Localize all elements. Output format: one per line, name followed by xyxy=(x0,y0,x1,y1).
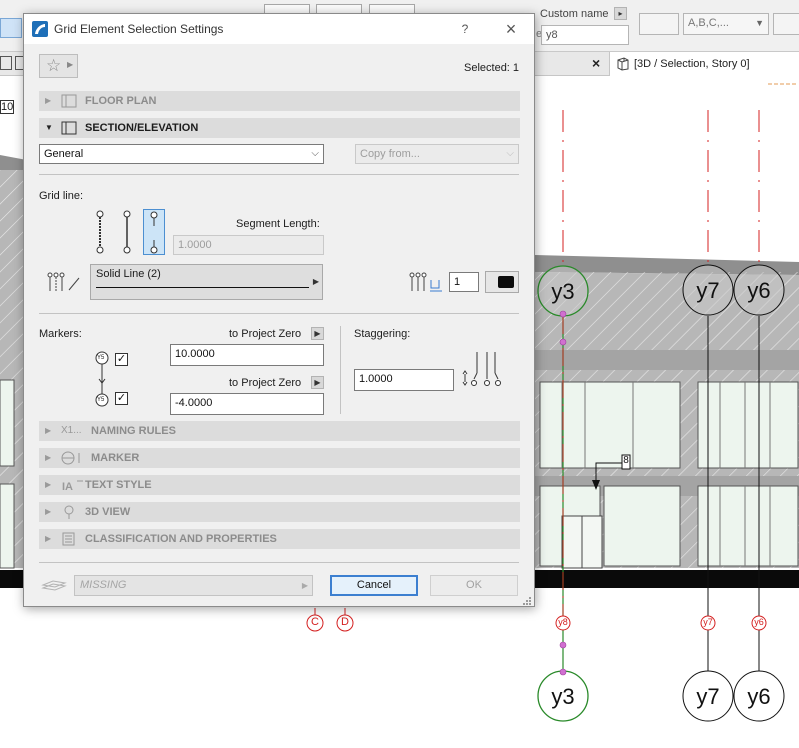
section-text-style-label: TEXT STYLE xyxy=(85,479,152,491)
divider xyxy=(39,174,519,175)
marker-icon xyxy=(61,451,80,465)
segment-length-field[interactable]: 1.0000 xyxy=(173,235,324,255)
grid-marker-top-y6[interactable]: y6 xyxy=(742,278,776,304)
help-button[interactable]: ? xyxy=(454,19,476,39)
marker-begin-checkbox[interactable]: ✓ xyxy=(115,353,128,366)
general-select-value: General xyxy=(44,148,84,160)
floor-plan-icon xyxy=(61,94,77,108)
layer-icon xyxy=(41,580,67,591)
to-project-zero-label-2: to Project Zero xyxy=(229,377,302,389)
expand-icon: ▶ xyxy=(45,426,52,435)
section-3d-view[interactable]: ▶ 3D VIEW xyxy=(39,502,520,522)
layer-select[interactable]: MISSING ▶ xyxy=(74,575,313,596)
divider xyxy=(39,562,519,563)
section-section-elevation-label: SECTION/ELEVATION xyxy=(85,122,199,134)
chevron-down-icon: ⌵ xyxy=(311,148,319,159)
section-floor-plan[interactable]: ▶ FLOOR PLAN xyxy=(39,91,520,111)
line-type-value: Solid Line (2) xyxy=(96,268,161,280)
naming-rules-icon: X1... xyxy=(61,425,82,436)
marker-end-checkbox[interactable]: ✓ xyxy=(115,392,128,405)
pen-color-swatch[interactable] xyxy=(485,271,519,293)
dimension-label: 8 xyxy=(623,455,629,466)
chevron-right-icon: ▶ xyxy=(301,581,308,590)
marker-value-1-field[interactable]: 10.0000 xyxy=(170,344,324,366)
copy-from-select[interactable]: Copy from... ⌵ xyxy=(355,144,519,164)
3d-view-icon xyxy=(64,505,74,519)
section-text-style[interactable]: ▶ IA TEXT STYLE xyxy=(39,475,520,495)
section-marker[interactable]: ▶ MARKER xyxy=(39,448,520,468)
expand-icon: ▶ xyxy=(45,507,52,516)
grid-marker-top-y3[interactable]: y3 xyxy=(546,279,580,305)
archicad-logo-icon xyxy=(32,21,48,37)
section-3d-view-label: 3D VIEW xyxy=(85,506,131,518)
expand-icon: ▶ xyxy=(45,96,52,105)
divider xyxy=(39,313,519,314)
axis-marker-c: C xyxy=(311,616,319,628)
grid-line-type-ends-button[interactable] xyxy=(143,209,165,255)
dialog-titlebar[interactable]: Grid Element Selection Settings ? × xyxy=(24,14,534,44)
section-classification-label: CLASSIFICATION AND PROPERTIES xyxy=(85,533,277,545)
section-section-elevation[interactable]: ▼ SECTION/ELEVATION xyxy=(39,118,520,138)
staggering-label: Staggering: xyxy=(354,328,411,340)
marker-begin-symbol: Y5 xyxy=(97,355,105,361)
line-preview xyxy=(96,287,309,288)
grid-line-label: Grid line: xyxy=(39,190,84,202)
resize-grip-icon[interactable] xyxy=(522,596,532,606)
grid-marker-bottom-y7[interactable]: y7 xyxy=(691,684,725,710)
section-naming-rules[interactable]: ▶ X1... NAMING RULES xyxy=(39,421,520,441)
chevron-right-icon: ▶ xyxy=(312,277,319,286)
axis-marker-d: D xyxy=(341,616,349,628)
staggering-icon xyxy=(462,352,501,386)
segment-length-label: Segment Length: xyxy=(236,218,320,230)
grid-line-type-segmented-icon[interactable] xyxy=(119,210,135,254)
expand-icon: ▶ xyxy=(45,480,52,489)
marker-value-2-field[interactable]: -4.0000 xyxy=(170,393,324,415)
grid-line-ends-icon xyxy=(150,211,158,254)
section-elevation-icon xyxy=(61,121,77,135)
grid-marker-bottom-y6[interactable]: y6 xyxy=(742,684,776,710)
vertical-divider xyxy=(340,326,341,414)
text-style-icon: IA xyxy=(62,480,83,492)
grid-marker-bottom-y3[interactable]: y3 xyxy=(546,684,580,710)
chevron-down-icon: ⌵ xyxy=(506,148,514,159)
grid-line-type-full-icon[interactable] xyxy=(92,210,108,254)
expand-icon: ▶ xyxy=(45,534,52,543)
dialog-title: Grid Element Selection Settings xyxy=(54,22,224,36)
cancel-button[interactable]: Cancel xyxy=(330,575,418,596)
small-grid-label-y6: y6 xyxy=(754,617,764,627)
pen-color-fill xyxy=(498,276,514,288)
grid-element-settings-dialog: Grid Element Selection Settings ? × ☆ ▶ … xyxy=(23,13,535,607)
to-project-zero-label-1: to Project Zero xyxy=(229,328,302,340)
ok-button[interactable]: OK xyxy=(430,575,518,596)
line-type-icon xyxy=(47,272,80,291)
marker-end-symbol: Y5 xyxy=(97,397,105,403)
chevron-right-icon: ▶ xyxy=(67,60,74,69)
selected-count: Selected: 1 xyxy=(464,62,520,74)
layer-select-value: MISSING xyxy=(80,579,127,591)
markers-label: Markers: xyxy=(39,328,82,340)
small-grid-label-y8: y8 xyxy=(558,617,568,627)
to-project-zero-menu-1[interactable]: ▶ xyxy=(311,327,324,340)
line-type-select[interactable]: Solid Line (2) ▶ xyxy=(90,264,323,300)
section-marker-label: MARKER xyxy=(91,452,140,464)
section-classification[interactable]: ▶ CLASSIFICATION AND PROPERTIES xyxy=(39,529,520,549)
svg-text:IA: IA xyxy=(62,481,73,492)
staggering-field[interactable]: 1.0000 xyxy=(354,369,454,391)
pen-number-field[interactable]: 1 xyxy=(449,272,479,292)
section-floor-plan-label: FLOOR PLAN xyxy=(85,95,157,107)
collapse-icon: ▼ xyxy=(45,123,53,132)
small-grid-label-y7: y7 xyxy=(703,617,713,627)
copy-from-value: Copy from... xyxy=(360,148,420,160)
favorites-button[interactable]: ☆ ▶ xyxy=(39,54,78,78)
pen-icon xyxy=(409,272,442,292)
classification-icon xyxy=(62,532,75,546)
grid-marker-top-y7[interactable]: y7 xyxy=(691,278,725,304)
general-select[interactable]: General ⌵ xyxy=(39,144,324,164)
close-button[interactable]: × xyxy=(500,19,522,39)
star-icon: ☆ xyxy=(46,56,62,75)
to-project-zero-menu-2[interactable]: ▶ xyxy=(311,376,324,389)
section-naming-rules-label: NAMING RULES xyxy=(91,425,176,437)
expand-icon: ▶ xyxy=(45,453,52,462)
